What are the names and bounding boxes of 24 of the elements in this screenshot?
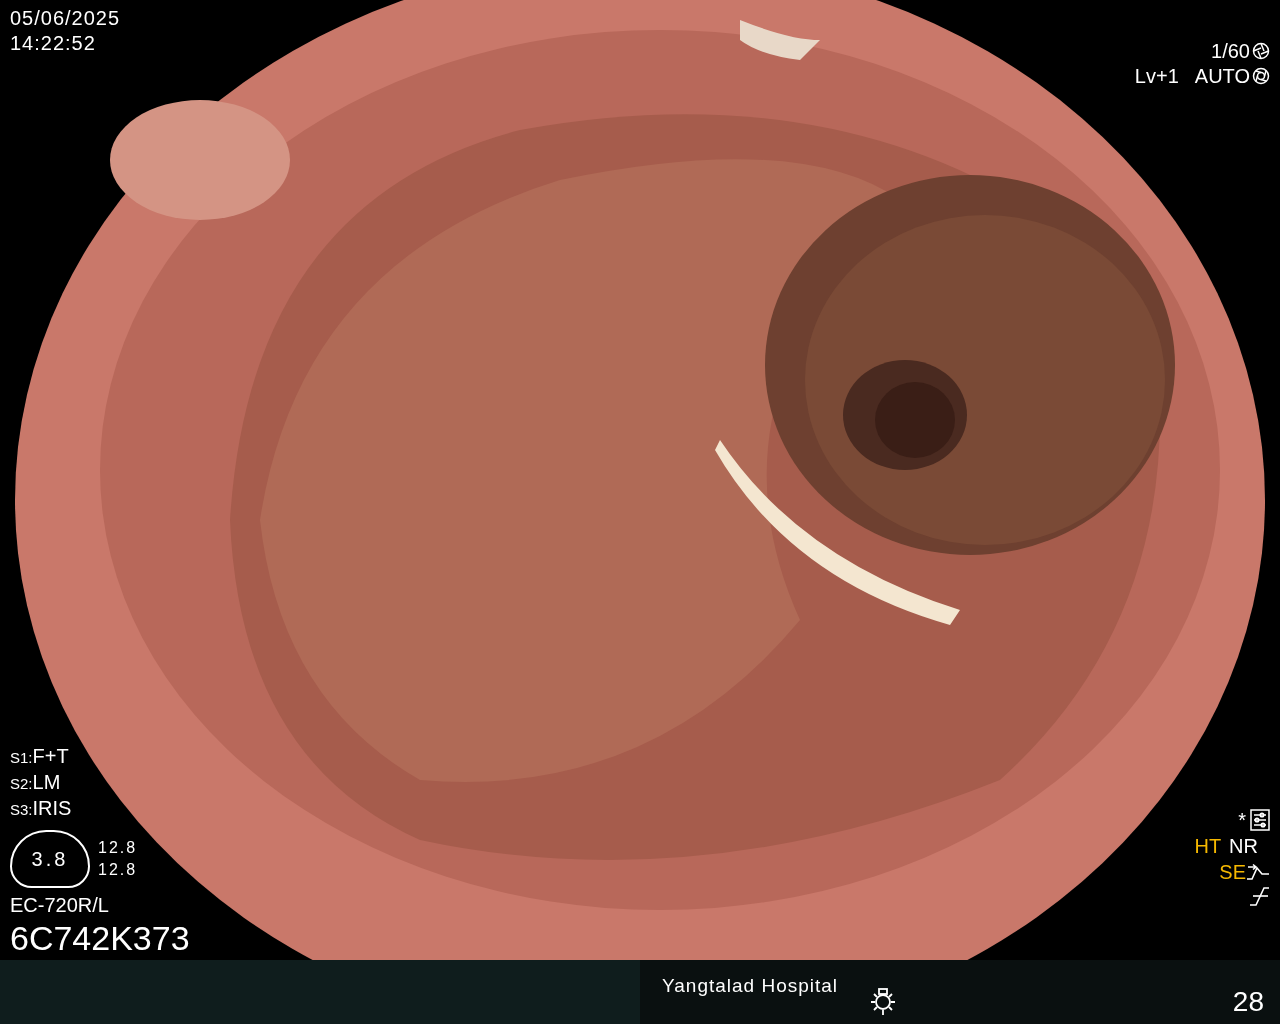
brightness-level: Lv+1: [1134, 65, 1179, 87]
aperture-icon: [1252, 42, 1270, 60]
mode-label: HT: [1194, 834, 1222, 858]
switch-assignment: S1:F+T: [10, 746, 70, 768]
hospital-name: Yangtalad Hospital: [662, 974, 839, 998]
sliders-icon: [1250, 809, 1270, 831]
mode-label: NR: [1229, 834, 1258, 858]
shutter-speed: 1/60: [1211, 40, 1250, 62]
curve-icon: [1246, 863, 1270, 881]
image-counter: 28: [1232, 986, 1264, 1018]
iris-icon: [1252, 67, 1270, 85]
edge-icon: [1248, 886, 1270, 906]
enhancement-label: SE: [1219, 860, 1246, 884]
gauge-reading: 12.8: [98, 860, 138, 880]
switch-assignment: S2:LM: [10, 772, 62, 794]
scope-model: EC-720R/L: [10, 894, 110, 916]
time-text: 14:22:52: [10, 31, 97, 56]
date-text: 05/06/2025: [10, 6, 122, 31]
settings-mark: *: [1238, 808, 1246, 832]
gauge-reading: 12.8: [98, 838, 138, 858]
switch-assignment: S3:IRIS: [10, 798, 73, 820]
gauge-value: 3.8: [31, 847, 69, 872]
iris-mode: AUTO: [1194, 65, 1250, 87]
scope-serial: 6C742K373: [10, 920, 190, 956]
